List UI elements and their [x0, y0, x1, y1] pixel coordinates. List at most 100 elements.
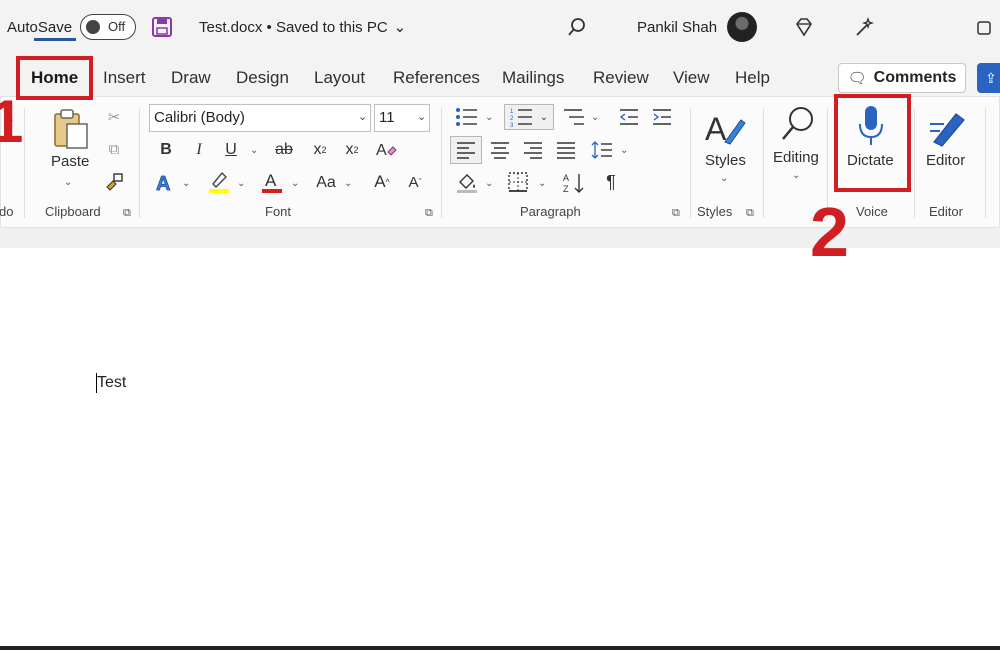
paste-icon[interactable]	[50, 108, 90, 150]
share-button[interactable]: ⇪	[977, 63, 1000, 93]
borders-icon[interactable]	[506, 171, 530, 193]
paragraph-group-label: Paragraph	[520, 204, 581, 219]
step-number-1: 1	[0, 88, 24, 155]
tab-draw[interactable]: Draw	[171, 54, 211, 102]
ribbon-shadow	[0, 228, 1000, 248]
strikethrough-icon[interactable]: ab	[272, 139, 296, 161]
chevron-down-icon[interactable]: ⌄	[591, 112, 599, 123]
shading-icon[interactable]	[455, 170, 479, 194]
chevron-down-icon[interactable]: ⌄	[720, 173, 728, 184]
multilevel-list-icon[interactable]	[561, 106, 587, 128]
styles-icon[interactable]: A	[703, 106, 747, 150]
document-title[interactable]: Test.docx • Saved to this PC ⌄	[199, 0, 406, 54]
magic-wand-icon[interactable]	[853, 0, 875, 54]
align-center-icon[interactable]	[489, 139, 511, 161]
format-painter-icon[interactable]	[104, 170, 124, 192]
font-name-input[interactable]: Calibri (Body)	[149, 104, 371, 132]
group-separator	[441, 108, 442, 218]
align-right-icon[interactable]	[522, 139, 544, 161]
styles-group-label: Styles	[697, 204, 733, 219]
highlighter-icon[interactable]	[206, 169, 232, 195]
chevron-down-icon[interactable]: ⌄	[344, 178, 352, 189]
svg-text:A: A	[156, 173, 170, 195]
change-case-icon[interactable]: Aa	[313, 172, 339, 194]
editor-group-label: Editor	[929, 204, 963, 219]
justify-icon[interactable]	[555, 139, 577, 161]
chevron-down-icon[interactable]: ⌄	[358, 110, 367, 123]
chevron-down-icon[interactable]: ⌄	[485, 112, 493, 123]
search-icon[interactable]	[778, 104, 818, 146]
step-number-2: 2	[810, 193, 849, 271]
diamond-icon[interactable]	[793, 0, 815, 54]
dialog-launcher-icon[interactable]: ⧉	[672, 207, 680, 220]
numbering-icon[interactable]: 123 ⌄	[504, 104, 554, 130]
autosave-toggle[interactable]: Off	[80, 14, 136, 40]
tab-review[interactable]: Review	[593, 54, 649, 102]
text-effects-icon[interactable]: A	[153, 171, 177, 195]
dialog-launcher-icon[interactable]: ⧉	[746, 207, 754, 220]
editor-pen-icon[interactable]	[926, 104, 970, 148]
chevron-down-icon[interactable]: ⌄	[485, 178, 493, 189]
superscript-icon[interactable]: x2	[342, 139, 362, 161]
chevron-down-icon[interactable]: ⌄	[182, 178, 190, 189]
bold-icon[interactable]: B	[156, 139, 176, 161]
decrease-indent-icon[interactable]	[617, 106, 641, 128]
group-separator	[24, 108, 25, 218]
shrink-font-icon[interactable]: Aˇ	[403, 171, 427, 193]
increase-indent-icon[interactable]	[650, 106, 674, 128]
tab-references[interactable]: References	[393, 54, 480, 102]
tab-mailings[interactable]: Mailings	[502, 54, 564, 102]
clipboard-group-label: Clipboard	[45, 204, 101, 219]
subscript-icon[interactable]: x2	[310, 139, 330, 161]
svg-text:1: 1	[510, 109, 514, 115]
home-highlight-box	[16, 56, 93, 100]
word-window: AutoSave Off Test.docx • Saved to this P…	[0, 0, 1000, 650]
search-icon[interactable]	[566, 0, 588, 54]
group-separator	[914, 108, 915, 218]
tab-design[interactable]: Design	[236, 54, 289, 102]
sort-icon[interactable]: AZ	[562, 171, 586, 195]
document-text[interactable]: Test	[97, 374, 126, 392]
svg-text:2: 2	[510, 116, 514, 122]
grow-font-icon[interactable]: A ^	[370, 171, 394, 193]
chevron-down-icon[interactable]: ⌄	[538, 178, 546, 189]
chevron-down-icon[interactable]: ⌄	[291, 178, 299, 189]
avatar[interactable]	[727, 12, 757, 42]
italic-icon[interactable]: I	[189, 139, 209, 161]
align-left-icon[interactable]	[450, 136, 482, 164]
tab-layout[interactable]: Layout	[314, 54, 365, 102]
tab-insert[interactable]: Insert	[103, 54, 146, 102]
comments-button[interactable]: 🗨 Comments	[838, 63, 966, 93]
pilcrow-icon[interactable]: ¶	[600, 171, 622, 193]
line-spacing-icon[interactable]	[590, 139, 614, 161]
svg-text:A: A	[265, 171, 277, 190]
tab-view[interactable]: View	[673, 54, 710, 102]
chevron-down-icon[interactable]: ⌄	[237, 178, 245, 189]
copy-icon[interactable]: ⧉	[104, 138, 124, 160]
chevron-down-icon: ⌄	[393, 19, 407, 36]
chevron-down-icon[interactable]: ⌄	[417, 110, 426, 123]
document-title-text: Test.docx • Saved to this PC	[199, 18, 388, 36]
chevron-down-icon[interactable]: ⌄	[792, 170, 800, 181]
voice-group-label: Voice	[856, 204, 888, 219]
tab-help[interactable]: Help	[735, 54, 770, 102]
clear-formatting-icon[interactable]: A	[374, 138, 398, 162]
styles-label: Styles	[705, 152, 746, 169]
chevron-down-icon[interactable]: ⌄	[620, 145, 628, 156]
user-name[interactable]: Pankil Shah	[637, 0, 717, 54]
save-icon[interactable]	[150, 0, 174, 54]
dialog-launcher-icon[interactable]: ⧉	[123, 207, 131, 220]
underline-icon[interactable]: U	[221, 139, 241, 161]
chevron-down-icon[interactable]: ⌄	[250, 145, 258, 156]
font-color-icon[interactable]: A	[260, 169, 284, 195]
group-separator	[690, 108, 691, 218]
group-separator	[763, 108, 764, 218]
cut-icon[interactable]: ✂	[104, 106, 124, 128]
restore-window-icon[interactable]	[976, 0, 994, 54]
dialog-launcher-icon[interactable]: ⧉	[425, 207, 433, 220]
svg-text:A: A	[376, 142, 387, 159]
bullets-icon[interactable]	[454, 106, 480, 128]
dictate-highlight-box	[834, 94, 911, 192]
bottom-border	[0, 646, 1000, 650]
paste-chevron-icon[interactable]: ⌄	[64, 177, 72, 188]
